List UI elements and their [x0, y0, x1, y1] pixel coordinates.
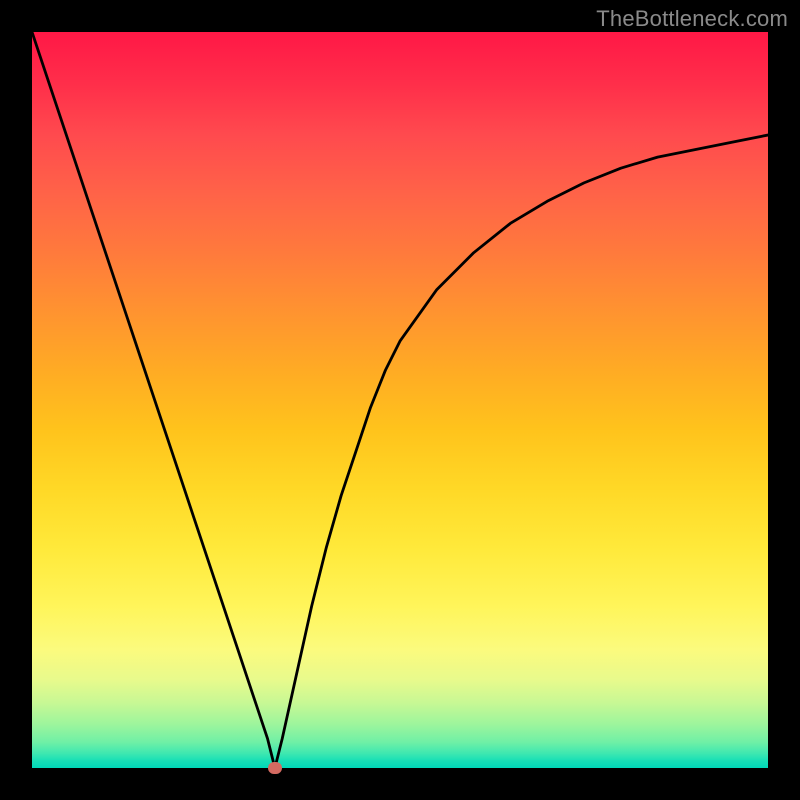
curve-path: [32, 32, 768, 768]
minimum-marker: [268, 762, 282, 774]
watermark-text: TheBottleneck.com: [596, 6, 788, 32]
plot-area: [32, 32, 768, 768]
bottleneck-curve: [32, 32, 768, 768]
chart-frame: TheBottleneck.com: [0, 0, 800, 800]
